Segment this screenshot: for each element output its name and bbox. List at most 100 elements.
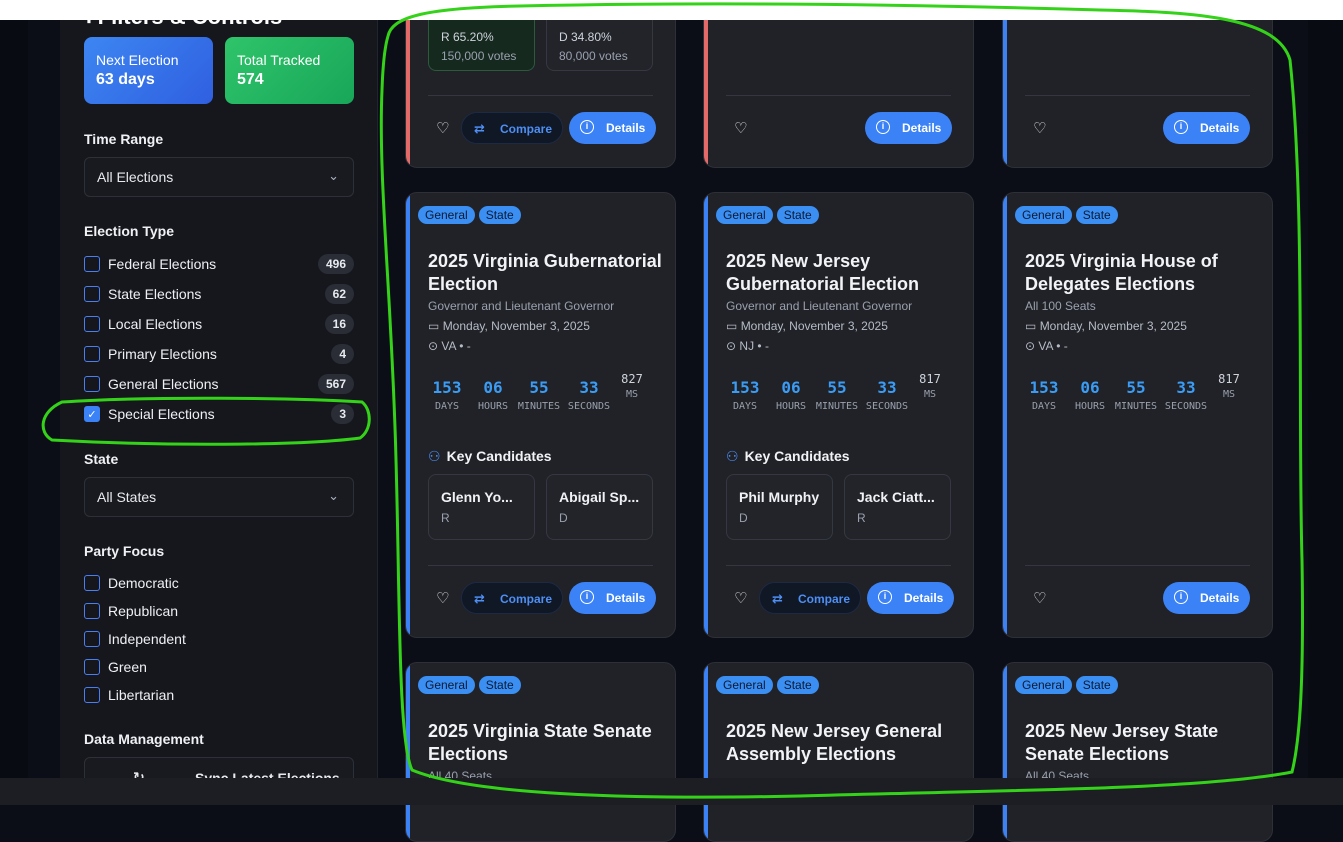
checkbox[interactable] — [84, 687, 100, 703]
divider — [1025, 95, 1250, 96]
checkbox[interactable] — [84, 286, 100, 302]
checkbox[interactable] — [84, 346, 100, 362]
divider — [726, 565, 951, 566]
checkbox-label: Green — [108, 659, 147, 675]
compare-icon: ⇄ — [474, 591, 485, 606]
details-button[interactable]: i Details — [867, 582, 954, 614]
candidate-name: Glenn Yo... — [441, 489, 513, 505]
filter-federal-elections[interactable]: Federal Elections 496 — [84, 254, 354, 274]
filter-party-republican[interactable]: Republican — [84, 601, 354, 621]
candidate-card: Glenn Yo... R — [428, 474, 535, 540]
countdown-ms: 817 MS — [1218, 372, 1240, 400]
filter-primary-elections[interactable]: Primary Elections 4 — [84, 344, 354, 364]
pin-icon: ⊙ — [428, 339, 439, 353]
checkbox[interactable] — [84, 316, 100, 332]
party-stripe — [704, 0, 708, 167]
candidate-name: Abigail Sp... — [559, 489, 640, 505]
details-button[interactable]: i Details — [569, 582, 656, 614]
filter-party-green[interactable]: Green — [84, 657, 354, 677]
time-range-label: Time Range — [84, 131, 164, 147]
result-votes: 150,000 votes — [441, 49, 517, 63]
filters-sidebar: ⫶ Filters & Controls Next Election 63 da… — [60, 0, 378, 805]
checkbox-label: General Elections — [108, 376, 219, 392]
heart-icon[interactable]: ♡ — [734, 589, 747, 607]
party-stripe — [1003, 0, 1007, 167]
time-range-value: All Elections — [97, 169, 174, 185]
countdown: 153 DAYS 06 HOURS 55 MINUTES 33 SECONDS 827 M… — [428, 372, 673, 418]
checkbox[interactable] — [84, 659, 100, 675]
key-candidates-heading: ⚇ Key Candidates — [428, 448, 552, 464]
pin-icon: ⊙ — [1025, 339, 1036, 353]
checkbox[interactable] — [84, 603, 100, 619]
compare-icon: ⇄ — [474, 121, 485, 136]
heart-icon[interactable]: ♡ — [1033, 119, 1046, 137]
checkbox-label: State Elections — [108, 286, 202, 302]
top-white-band — [0, 0, 1343, 20]
details-button[interactable]: i Details — [1163, 112, 1250, 144]
right-gutter — [1308, 0, 1343, 805]
election-card: General State 2025 New Jersey Gubernator… — [703, 192, 974, 638]
filter-general-elections[interactable]: General Elections 567 — [84, 374, 354, 394]
compare-button[interactable]: ⇄ Compare — [461, 582, 563, 614]
next-election-stat: Next Election 63 days — [84, 37, 213, 104]
time-range-select[interactable]: All Elections ⌄ — [84, 157, 354, 197]
tags: General State — [1015, 676, 1118, 694]
filter-party-democratic[interactable]: Democratic — [84, 573, 354, 593]
chevron-down-icon: ⌄ — [328, 168, 339, 183]
countdown-days: 153 DAYS — [432, 378, 462, 412]
countdown-minutes: 55 MINUTES — [815, 378, 859, 412]
tag: State — [478, 676, 521, 694]
candidate-party: D — [559, 511, 568, 525]
info-icon: i — [580, 590, 594, 604]
details-button[interactable]: i Details — [569, 112, 656, 144]
details-button[interactable]: i Details — [865, 112, 952, 144]
total-tracked-value: 574 — [237, 71, 264, 88]
total-tracked-label: Total Tracked — [237, 52, 321, 68]
party-stripe — [704, 663, 708, 841]
calendar-icon: ▭ — [1025, 319, 1037, 333]
state-select[interactable]: All States ⌄ — [84, 477, 354, 517]
heart-icon[interactable]: ♡ — [436, 119, 449, 137]
tags: General State — [418, 206, 521, 224]
heart-icon[interactable]: ♡ — [734, 119, 747, 137]
checkbox[interactable] — [84, 631, 100, 647]
card-location: ⊙ VA • - — [1025, 339, 1068, 353]
filter-local-elections[interactable]: Local Elections 16 — [84, 314, 354, 334]
countdown-days: 153 DAYS — [1029, 378, 1059, 412]
checkbox[interactable] — [84, 256, 100, 272]
tag: General — [716, 676, 773, 694]
checkbox-checked[interactable]: ✓ — [84, 406, 100, 422]
card-date: ▭ Monday, November 3, 2025 — [428, 319, 590, 333]
filter-party-libertarian[interactable]: Libertarian — [84, 685, 354, 705]
card-title: 2025 Virginia Gubernatorial Election — [428, 251, 662, 294]
state-label: State — [84, 451, 119, 467]
compare-button[interactable]: ⇄ Compare — [461, 112, 563, 144]
result-percent: D 34.80% — [559, 30, 612, 44]
candidate-party: R — [441, 511, 450, 525]
filter-special-elections[interactable]: ✓ Special Elections 3 — [84, 404, 354, 424]
checkbox-label: Libertarian — [108, 687, 175, 703]
divider — [428, 565, 653, 566]
heart-icon[interactable]: ♡ — [436, 589, 449, 607]
checkbox[interactable] — [84, 575, 100, 591]
card-title: 2025 New Jersey Gubernatorial Election — [726, 251, 920, 294]
checkbox-label: Republican — [108, 603, 179, 619]
countdown-seconds: 33 SECONDS — [567, 378, 611, 412]
info-icon: i — [1174, 120, 1188, 134]
checkbox-label: Federal Elections — [108, 256, 217, 272]
details-button[interactable]: i Details — [1163, 582, 1250, 614]
heart-icon[interactable]: ♡ — [1033, 589, 1046, 607]
count-badge: 3 — [331, 404, 354, 424]
users-icon: ⚇ — [428, 448, 441, 464]
countdown-ms: 827 MS — [621, 372, 643, 400]
election-type-label: Election Type — [84, 223, 174, 239]
card-location: ⊙ VA • - — [428, 339, 471, 353]
card-title: 2025 New Jersey General Assembly Electio… — [726, 721, 943, 764]
calendar-icon: ▭ — [726, 319, 738, 333]
filter-party-independent[interactable]: Independent — [84, 629, 354, 649]
filter-state-elections[interactable]: State Elections 62 — [84, 284, 354, 304]
checkbox-label: Primary Elections — [108, 346, 217, 362]
candidate-name: Jack Ciatt... — [857, 489, 935, 505]
compare-button[interactable]: ⇄ Compare — [759, 582, 861, 614]
checkbox[interactable] — [84, 376, 100, 392]
